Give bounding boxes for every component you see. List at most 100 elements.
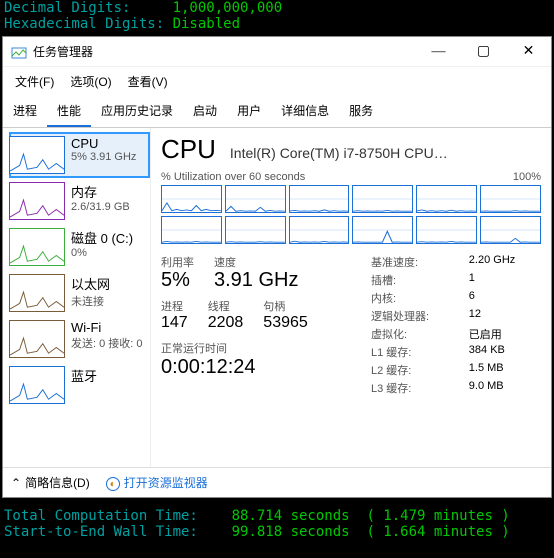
sidebar-item-以太网[interactable]: 以太网未连接 <box>9 270 150 316</box>
info-key: L1 缓存: <box>371 344 455 360</box>
sidebar-item-内存[interactable]: 内存2.6/31.9 GB <box>9 178 150 224</box>
core-chart-cell <box>352 216 413 244</box>
sidebar-thumb-icon <box>9 228 65 266</box>
uptime-value: 0:00:12:24 <box>161 356 371 379</box>
tab-performance[interactable]: 性能 <box>47 96 91 127</box>
handle-label: 句柄 <box>263 298 308 314</box>
core-chart-cell <box>480 185 541 213</box>
info-value: 1.5 MB <box>469 362 541 378</box>
chart-caption-right: 100% <box>513 171 541 183</box>
chart-caption-left: % Utilization over 60 seconds <box>161 171 305 183</box>
sidebar-item-label: 内存 <box>71 182 130 201</box>
terminal-bottom: Total Computation Time: 88.714 seconds (… <box>0 508 554 540</box>
info-value: 12 <box>469 308 541 324</box>
term-hex-value: Disabled <box>173 16 240 32</box>
menu-view[interactable]: 查看(V) <box>124 71 172 92</box>
sidebar-item-label: Wi-Fi <box>71 320 143 335</box>
info-key: 插槽: <box>371 272 455 288</box>
sidebar-item-label: CPU <box>71 136 136 151</box>
proc-value: 147 <box>161 314 188 332</box>
sidebar-item-sub: 5% 3.91 GHz <box>71 151 136 163</box>
core-chart-cell <box>416 185 477 213</box>
tab-startup[interactable]: 启动 <box>183 96 227 127</box>
info-key: 基准速度: <box>371 254 455 270</box>
info-key: 内核: <box>371 290 455 306</box>
info-value: 6 <box>469 290 541 306</box>
tab-details[interactable]: 详细信息 <box>271 96 339 127</box>
resmon-icon: ◐ <box>106 477 120 491</box>
titlebar[interactable]: 任务管理器 — ▢ ✕ <box>3 37 551 67</box>
terminal-top: Decimal Digits: 1,000,000,000 Hexadecima… <box>0 0 554 32</box>
sidebar-thumb-icon <box>9 136 65 174</box>
menu-options[interactable]: 选项(O) <box>66 71 115 92</box>
sidebar-item-label: 以太网 <box>71 274 110 293</box>
sidebar-item-sub: 未连接 <box>71 293 110 309</box>
core-chart-cell <box>161 216 222 244</box>
cpu-info-table: 基准速度: 2.20 GHz 插槽: 1 内核: 6 逻辑处理器: 12 虚拟化: 已启用 L1 缓… <box>371 254 541 396</box>
uptime-label: 正常运行时间 <box>161 340 371 356</box>
core-chart-cell <box>225 216 286 244</box>
term-comp-value: 88.714 seconds ( 1.479 minutes ) <box>232 508 510 524</box>
sidebar-item-sub: 0% <box>71 247 133 259</box>
sidebar-item-蓝牙[interactable]: 蓝牙 <box>9 362 150 408</box>
menubar: 文件(F) 选项(O) 查看(V) <box>3 67 551 96</box>
tab-history[interactable]: 应用历史记录 <box>91 96 183 127</box>
cores-chart-grid[interactable] <box>161 185 541 244</box>
maximize-button[interactable]: ▢ <box>461 37 506 67</box>
term-dec-value: 1,000,000,000 <box>173 0 283 16</box>
util-label: 利用率 <box>161 254 194 270</box>
term-dec-label: Decimal Digits: <box>4 0 173 16</box>
info-value: 2.20 GHz <box>469 254 541 270</box>
info-value: 384 KB <box>469 344 541 360</box>
close-button[interactable]: ✕ <box>506 37 551 67</box>
core-chart-cell <box>289 216 350 244</box>
thread-label: 线程 <box>208 298 244 314</box>
detail-pane: CPU Intel(R) Core(TM) i7-8750H CPU… % Ut… <box>151 128 551 467</box>
sidebar-thumb-icon <box>9 182 65 220</box>
info-key: L2 缓存: <box>371 362 455 378</box>
minimize-button[interactable]: — <box>416 37 461 67</box>
core-chart-cell <box>161 185 222 213</box>
sidebar-item-cpu[interactable]: CPU5% 3.91 GHz <box>9 132 150 178</box>
core-chart-cell <box>225 185 286 213</box>
tab-users[interactable]: 用户 <box>227 96 271 127</box>
window-title: 任务管理器 <box>33 43 416 60</box>
sidebar-item-wi-fi[interactable]: Wi-Fi发送: 0 接收: 0 <box>9 316 150 362</box>
tab-services[interactable]: 服务 <box>339 96 383 127</box>
chevron-up-icon: ⌃ <box>11 476 21 490</box>
core-chart-cell <box>289 185 350 213</box>
core-chart-cell <box>480 216 541 244</box>
footer: ⌃简略信息(D) ◐打开资源监视器 <box>3 467 551 498</box>
sidebar-item-sub: 2.6/31.9 GB <box>71 201 130 213</box>
info-key: 逻辑处理器: <box>371 308 455 324</box>
term-comp-label: Total Computation Time: <box>4 508 232 524</box>
sidebar-thumb-icon <box>9 320 65 358</box>
app-icon <box>11 44 27 60</box>
sidebar-item-label: 磁盘 0 (C:) <box>71 228 133 247</box>
task-manager-window: 任务管理器 — ▢ ✕ 文件(F) 选项(O) 查看(V) 进程 性能 应用历史… <box>2 36 552 498</box>
info-key: 虚拟化: <box>371 326 455 342</box>
sidebar[interactable]: CPU5% 3.91 GHz 内存2.6/31.9 GB 磁盘 0 (C:)0%… <box>3 128 151 467</box>
sidebar-item-sub: 发送: 0 接收: 0 <box>71 335 143 351</box>
cpu-heading: CPU <box>161 134 216 165</box>
info-value: 1 <box>469 272 541 288</box>
proc-label: 进程 <box>161 298 188 314</box>
fewer-details-button[interactable]: ⌃简略信息(D) <box>11 474 90 491</box>
term-hex-label: Hexadecimal Digits: <box>4 16 173 32</box>
info-key: L3 缓存: <box>371 380 455 396</box>
open-resmon-link[interactable]: ◐打开资源监视器 <box>106 474 208 492</box>
thread-value: 2208 <box>208 314 244 332</box>
sidebar-item-磁盘 0 (c:)[interactable]: 磁盘 0 (C:)0% <box>9 224 150 270</box>
menu-file[interactable]: 文件(F) <box>11 71 58 92</box>
info-value: 已启用 <box>469 326 541 342</box>
tabbar: 进程 性能 应用历史记录 启动 用户 详细信息 服务 <box>3 96 551 128</box>
tab-processes[interactable]: 进程 <box>3 96 47 127</box>
sidebar-thumb-icon <box>9 366 65 404</box>
term-wall-value: 99.818 seconds ( 1.664 minutes ) <box>232 524 510 540</box>
term-wall-label: Start-to-End Wall Time: <box>4 524 232 540</box>
sidebar-thumb-icon <box>9 274 65 312</box>
info-value: 9.0 MB <box>469 380 541 396</box>
core-chart-cell <box>352 185 413 213</box>
sidebar-item-label: 蓝牙 <box>71 366 97 385</box>
util-value: 5% <box>161 269 194 292</box>
